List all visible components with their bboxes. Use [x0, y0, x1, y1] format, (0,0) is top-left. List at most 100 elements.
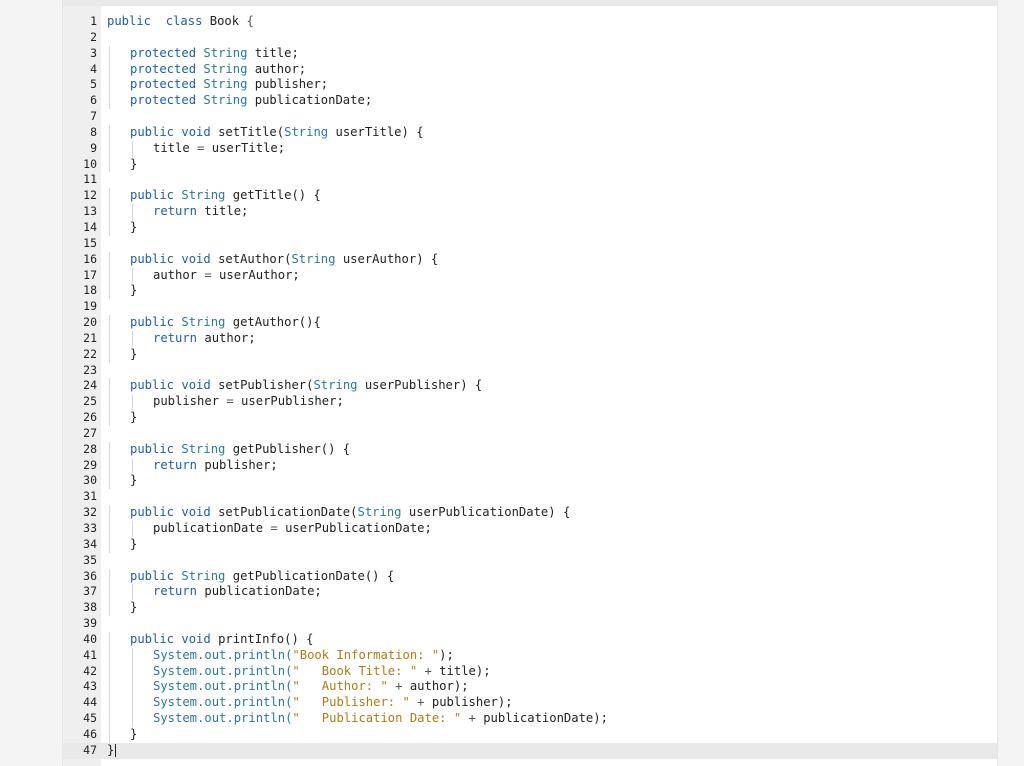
code-token: System.out.println( [153, 679, 293, 694]
indent-guide [132, 457, 133, 474]
line-number: 40 [83, 631, 97, 646]
code-line[interactable]: 45 System.out.println(" Publication Date:… [63, 711, 997, 727]
code-line[interactable]: 15 [63, 236, 997, 252]
code-line[interactable]: 25 publisher = userPublisher; [63, 394, 997, 411]
code-token: publisher; [197, 457, 278, 472]
code-token: return [153, 457, 198, 472]
line-code: } [130, 283, 137, 299]
code-line[interactable]: 27 [63, 426, 997, 442]
indent-guide [109, 441, 110, 458]
code-token: " Book Title: " [292, 663, 418, 678]
code-editor[interactable]: 1 public class Book {2 3 protected String t… [62, 0, 998, 766]
code-token: userAuthor) { [335, 251, 439, 266]
code-line[interactable]: 38} [63, 600, 997, 617]
code-token: } [130, 473, 138, 488]
line-code: public void setTitle(String userTitle) { [130, 125, 424, 141]
code-line[interactable]: 46} [63, 726, 997, 743]
code-line[interactable]: 29 return publisher; [63, 457, 997, 474]
code-token: userPublisher; [233, 394, 344, 409]
code-line[interactable]: 34} [63, 536, 997, 553]
code-line[interactable]: 44 System.out.println(" Publisher: " + pu… [63, 695, 997, 712]
code-lines[interactable]: 1 public class Book {2 3 protected String t… [63, 14, 997, 759]
indent-guide [109, 61, 110, 78]
code-line[interactable]: 14} [63, 219, 997, 236]
code-token: setPublicationDate( [210, 505, 358, 520]
code-token: String [203, 77, 248, 92]
code-token: publicationDate); [475, 711, 608, 726]
code-line[interactable]: 23 [63, 363, 997, 379]
code-line[interactable]: 10} [63, 156, 997, 173]
code-line[interactable]: 22} [63, 346, 997, 363]
code-line[interactable]: 5 protected String publisher; [63, 77, 997, 94]
code-line[interactable]: 12 public String getTitle() { [63, 188, 997, 205]
line-code: return publicationDate; [153, 584, 322, 600]
code-line[interactable]: 19 [63, 299, 997, 315]
indent-guide [109, 536, 110, 553]
code-line[interactable]: 17 author = userAuthor; [63, 267, 997, 284]
code-line[interactable]: 21 return author; [63, 330, 997, 347]
line-number: 27 [83, 425, 97, 440]
indent-guide [109, 679, 110, 696]
code-line[interactable]: 32 public void setPublicationDate(String … [63, 505, 997, 521]
code-line[interactable]: 36 public String getPublicationDate() { [63, 568, 997, 585]
text-cursor [115, 743, 117, 757]
indent-guide [109, 394, 110, 411]
code-line[interactable]: 8 public void setTitle(String userTitle) … [63, 124, 997, 141]
code-line[interactable]: 28 public String getPublisher() { [63, 441, 997, 458]
indent-guide [109, 330, 110, 347]
line-number: 11 [83, 172, 97, 187]
code-line[interactable]: 47} [63, 742, 997, 759]
code-line[interactable]: 31 [63, 489, 997, 505]
code-line[interactable]: 11 [63, 172, 997, 188]
indent-guide [109, 251, 110, 268]
code-line[interactable]: 33 publicationDate = userPublicationDate; [63, 521, 997, 537]
code-line[interactable]: 1 public class Book { [63, 14, 997, 30]
code-line[interactable]: 13 return title; [63, 204, 997, 220]
code-token: public [107, 14, 152, 28]
line-number: 41 [83, 647, 97, 662]
code-line[interactable]: 16 public void setAuthor(String userAutho… [63, 251, 997, 268]
code-token: return [153, 584, 198, 599]
line-number: 38 [83, 600, 97, 615]
indent-guide [109, 647, 110, 664]
code-line[interactable]: 9 title = userTitle; [63, 140, 997, 157]
code-token: setAuthor( [210, 251, 292, 266]
line-code: return author; [153, 331, 256, 347]
line-number: 33 [83, 521, 97, 535]
code-token: void [181, 124, 211, 139]
code-line[interactable]: 43 System.out.println(" Author: " + autho… [63, 679, 997, 696]
code-line[interactable]: 26} [63, 410, 997, 426]
code-token: + [468, 711, 476, 726]
line-code: protected String publisher; [130, 77, 328, 93]
line-number: 36 [83, 568, 97, 583]
line-number: 34 [83, 536, 97, 551]
code-token: public [130, 631, 175, 646]
code-line[interactable]: 35 [63, 553, 997, 569]
code-token: " Publisher: " [292, 695, 410, 710]
code-line[interactable]: 40 public void printInfo() { [63, 631, 997, 648]
code-line[interactable]: 30} [63, 473, 997, 490]
line-number: 30 [83, 473, 97, 488]
code-line[interactable]: 3 protected String title; [63, 45, 997, 62]
code-line[interactable]: 37 return publicationDate; [63, 584, 997, 601]
code-line[interactable]: 24 public void setPublisher(String userPu… [63, 378, 997, 395]
line-number: 18 [83, 283, 97, 298]
indent-guide [132, 663, 133, 680]
code-line[interactable]: 18} [63, 283, 997, 300]
code-line[interactable]: 42 System.out.println(" Book Title: " + t… [63, 663, 997, 680]
code-line[interactable]: 41 System.out.println("Book Information: … [63, 647, 997, 664]
code-line[interactable]: 20 public String getAuthor(){ [63, 315, 997, 331]
line-number: 39 [83, 616, 97, 631]
line-code: return publisher; [153, 458, 278, 474]
code-line[interactable]: 6 protected String publicationDate; [63, 93, 997, 110]
line-code: return title; [153, 204, 248, 220]
code-token: } [107, 742, 115, 757]
indent-guide [109, 600, 110, 617]
code-line[interactable]: 2 [63, 30, 997, 46]
code-line[interactable]: 39 [63, 616, 997, 632]
code-line[interactable]: 4 protected String author; [63, 61, 997, 78]
line-number: 1 [90, 14, 97, 28]
code-line[interactable]: 7 [63, 109, 997, 125]
code-token: public [130, 188, 175, 203]
indent-guide [132, 204, 133, 220]
